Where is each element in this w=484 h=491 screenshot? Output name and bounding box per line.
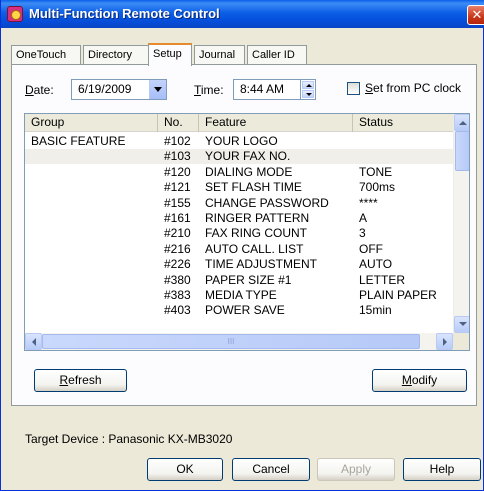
table-row[interactable]: #120 DIALING MODE TONE (25, 165, 453, 180)
time-value[interactable]: 8:44 AM (240, 82, 284, 96)
cell-no: #210 (164, 226, 191, 241)
cell-status: TONE (359, 164, 393, 179)
vertical-scroll-thumb[interactable] (455, 131, 469, 171)
tab-onetouch[interactable]: OneTouch (11, 45, 81, 65)
cell-no: #161 (164, 211, 191, 225)
scroll-left-icon[interactable] (25, 333, 42, 350)
cell-no: #403 (164, 303, 191, 318)
cell-status: PLAIN PAPER (359, 288, 437, 302)
tab-caller-id[interactable]: Caller ID (247, 45, 307, 65)
target-device-text: Target Device : Panasonic KX-MB3020 (25, 432, 233, 446)
main-window: Multi-Function Remote Control ✕ OneTouch… (0, 0, 484, 491)
cell-no: #380 (164, 272, 191, 287)
date-picker[interactable]: 6/19/2009 (71, 79, 167, 100)
tab-label: Directory (88, 49, 133, 61)
ok-button[interactable]: OK (147, 458, 223, 481)
column-header-group[interactable]: Group (25, 114, 158, 132)
modify-button[interactable]: Modify (372, 369, 467, 392)
cell-no: #120 (164, 164, 191, 179)
tab-directory[interactable]: Directory (83, 45, 149, 65)
table-row[interactable]: #380 PAPER SIZE #1 LETTER (25, 273, 453, 288)
app-icon (7, 6, 23, 22)
scroll-grip-icon: III (227, 337, 235, 346)
cell-feature: DIALING MODE (205, 164, 293, 179)
cell-status: 3 (359, 226, 366, 241)
time-spinner[interactable] (300, 79, 316, 100)
cell-feature: PAPER SIZE #1 (205, 272, 292, 287)
cell-status: 15min (359, 303, 392, 318)
list-header: Group No. Feature Status (25, 114, 453, 132)
cell-status: AUTO (359, 257, 393, 272)
tab-label: Journal (199, 49, 236, 61)
cell-status: OFF (359, 241, 383, 256)
scroll-corner (453, 333, 469, 350)
cell-feature: FAX RING COUNT (205, 226, 308, 241)
help-button[interactable]: Help (403, 458, 481, 481)
date-label: Date: (25, 83, 54, 97)
table-row[interactable]: #216 AUTO CALL. LIST OFF (25, 242, 453, 257)
tab-setup[interactable]: Setup (148, 43, 192, 66)
table-row[interactable]: #161 RINGER PATTERN A (25, 211, 453, 226)
cancel-button[interactable]: Cancel (232, 458, 310, 481)
settings-list[interactable]: Group No. Feature Status BASIC FEATURE #1… (24, 113, 470, 351)
set-from-pc-checkbox[interactable] (347, 82, 360, 95)
cell-no: #226 (164, 257, 191, 272)
cell-feature: RINGER PATTERN (205, 211, 310, 225)
time-label: Time: (194, 83, 224, 97)
spin-down-icon[interactable] (302, 90, 314, 98)
tab-label: OneTouch (16, 49, 67, 61)
date-value[interactable]: 6/19/2009 (78, 82, 131, 96)
table-row[interactable]: #103 YOUR FAX NO. (25, 149, 453, 165)
cell-feature: YOUR LOGO (205, 134, 278, 148)
cell-no: #155 (164, 195, 191, 210)
cell-status: **** (359, 195, 378, 210)
horizontal-scrollbar[interactable]: III (25, 333, 453, 350)
cell-feature: POWER SAVE (205, 303, 285, 318)
close-button[interactable]: ✕ (467, 5, 484, 25)
column-header-no[interactable]: No. (158, 114, 199, 132)
close-icon: ✕ (471, 7, 483, 22)
table-row[interactable]: #210 FAX RING COUNT 3 (25, 226, 453, 241)
horizontal-scroll-thumb[interactable]: III (42, 334, 420, 349)
cell-feature: CHANGE PASSWORD (205, 195, 329, 210)
scroll-down-icon[interactable] (454, 316, 469, 333)
cell-feature: AUTO CALL. LIST (205, 241, 304, 256)
cell-feature: TIME ADJUSTMENT (205, 257, 318, 272)
table-row[interactable]: #121 SET FLASH TIME 700ms (25, 180, 453, 195)
cell-status: LETTER (359, 272, 406, 287)
table-row[interactable]: #403 POWER SAVE 15min (25, 303, 453, 318)
scroll-right-icon[interactable] (436, 333, 453, 350)
time-field[interactable]: 8:44 AM (233, 79, 301, 100)
cell-group: BASIC FEATURE (31, 134, 126, 148)
apply-button: Apply (317, 458, 395, 481)
tab-journal[interactable]: Journal (194, 45, 245, 65)
cell-feature: YOUR FAX NO. (205, 149, 291, 164)
table-row[interactable]: BASIC FEATURE #102 YOUR LOGO (25, 134, 453, 149)
table-row[interactable]: #155 CHANGE PASSWORD **** (25, 196, 453, 211)
cell-no: #216 (164, 241, 191, 256)
tab-label: Caller ID (252, 49, 295, 61)
title-bar[interactable]: Multi-Function Remote Control ✕ (1, 0, 484, 28)
column-header-status[interactable]: Status (353, 114, 453, 132)
cell-status: A (359, 211, 368, 225)
tab-label: Setup (153, 48, 182, 60)
column-header-feature[interactable]: Feature (199, 114, 353, 132)
scroll-up-icon[interactable] (454, 114, 469, 131)
cell-no: #102 (164, 134, 191, 148)
cell-no: #383 (164, 288, 191, 302)
vertical-scrollbar[interactable] (453, 114, 469, 333)
cell-feature: MEDIA TYPE (205, 288, 277, 302)
chevron-down-icon[interactable] (149, 80, 166, 99)
cell-no: #121 (164, 180, 191, 195)
window-title: Multi-Function Remote Control (29, 6, 220, 21)
refresh-button[interactable]: Refresh (34, 369, 127, 392)
cell-status: 700ms (359, 180, 396, 195)
cell-no: #103 (164, 149, 191, 164)
table-row[interactable]: #383 MEDIA TYPE PLAIN PAPER (25, 288, 453, 303)
cell-feature: SET FLASH TIME (205, 180, 302, 195)
table-row[interactable]: #226 TIME ADJUSTMENT AUTO (25, 257, 453, 272)
spin-up-icon[interactable] (302, 81, 314, 89)
set-from-pc-label[interactable]: Set from PC clock (365, 81, 461, 95)
